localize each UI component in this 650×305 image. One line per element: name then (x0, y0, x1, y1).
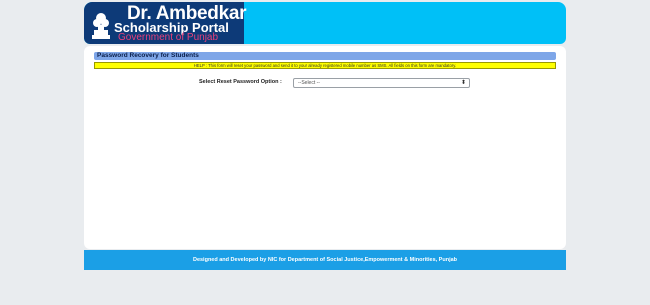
section-title: Password Recovery for Students (94, 52, 556, 60)
reset-option-label: Select Reset Password Option : (199, 79, 282, 85)
reset-option-selected-value: --Select -- (298, 80, 320, 86)
state-emblem-icon (92, 13, 110, 39)
brand-block: Dr. Ambedkar Scholarship Portal Governme… (84, 2, 247, 44)
brand-government: Government of Punjab (118, 32, 219, 43)
updown-arrow-icon: ⬍ (460, 80, 466, 86)
main-content: Password Recovery for Students HELP : Th… (84, 46, 566, 249)
page-container: Dr. Ambedkar Scholarship Portal Governme… (84, 2, 566, 270)
site-header: Dr. Ambedkar Scholarship Portal Governme… (84, 2, 566, 44)
help-notice: HELP : This form will reset your passwor… (94, 62, 556, 69)
site-footer: Designed and Developed by NIC for Depart… (84, 250, 566, 270)
reset-option-select[interactable]: --Select -- ⬍ (293, 78, 470, 88)
